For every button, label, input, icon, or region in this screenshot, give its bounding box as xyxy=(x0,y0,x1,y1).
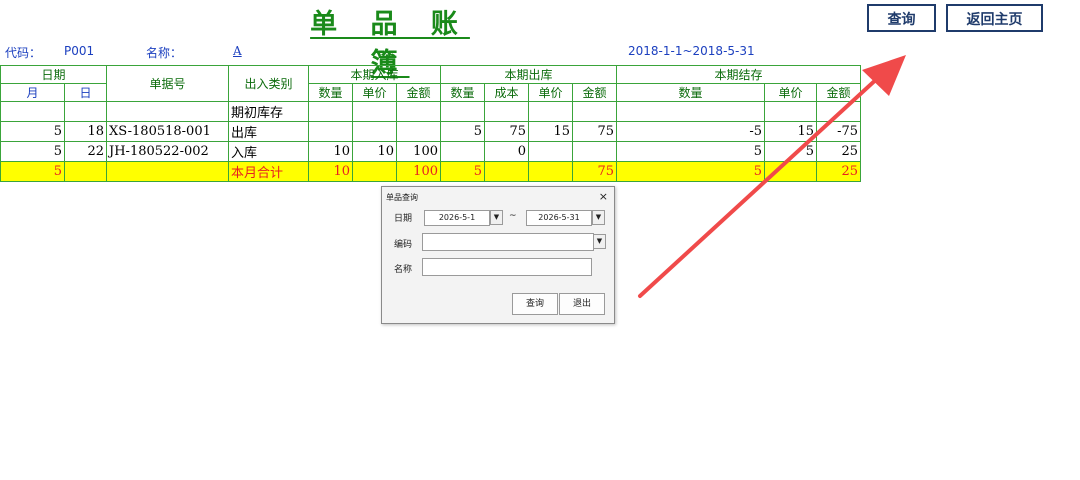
annotation-arrow xyxy=(638,55,906,298)
